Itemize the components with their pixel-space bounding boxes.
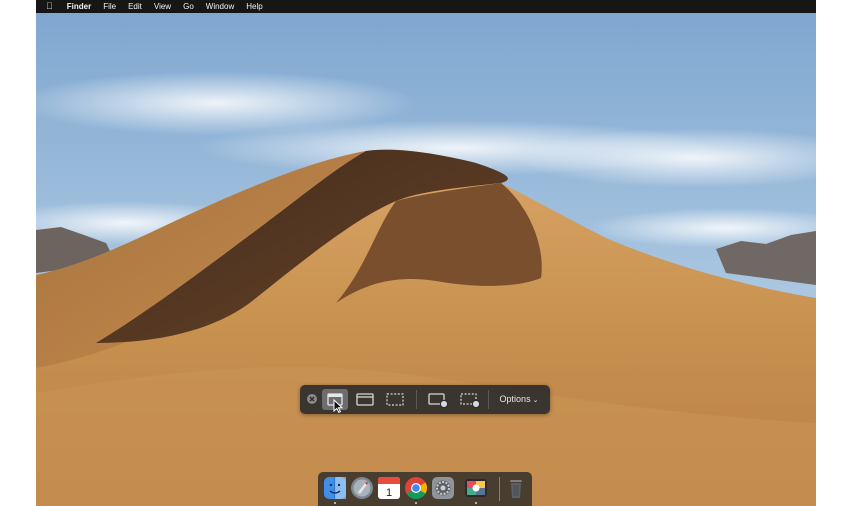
mouse-pointer-icon xyxy=(333,399,343,413)
trash-icon[interactable] xyxy=(504,476,528,500)
running-indicator xyxy=(334,502,336,504)
capture-window-icon[interactable] xyxy=(352,389,378,410)
calendar-day: 1 xyxy=(386,487,392,499)
calendar-icon[interactable]: 1 xyxy=(377,476,401,500)
toolbar-divider xyxy=(416,390,417,409)
dock: 1 xyxy=(318,472,532,506)
photo-booth-icon[interactable] xyxy=(464,476,488,500)
finder-icon[interactable] xyxy=(323,476,347,500)
menu-view[interactable]: View xyxy=(148,0,177,13)
options-label: Options xyxy=(499,394,531,404)
menu-file[interactable]: File xyxy=(97,0,122,13)
running-indicator xyxy=(415,502,417,504)
record-entire-screen-icon[interactable] xyxy=(424,389,452,410)
chevron-down-icon: ⌄ xyxy=(532,397,539,404)
launchpad-icon[interactable] xyxy=(350,476,374,500)
options-button[interactable]: Options ⌄ xyxy=(492,389,546,410)
menu-bar:  Finder File Edit View Go Window Help xyxy=(36,0,816,13)
system-preferences-icon[interactable] xyxy=(431,476,455,500)
apple-logo-icon[interactable]:  xyxy=(36,0,61,13)
capture-selected-portion-icon[interactable] xyxy=(382,389,408,410)
toolbar-divider xyxy=(488,390,489,409)
dock-separator xyxy=(499,477,500,501)
close-icon[interactable] xyxy=(306,393,318,405)
chrome-icon[interactable] xyxy=(404,476,428,500)
menu-window[interactable]: Window xyxy=(200,0,240,13)
menu-help[interactable]: Help xyxy=(240,0,268,13)
record-selected-portion-icon[interactable] xyxy=(456,389,484,410)
running-indicator xyxy=(475,502,477,504)
menu-edit[interactable]: Edit xyxy=(122,0,148,13)
menu-go[interactable]: Go xyxy=(177,0,200,13)
desktop-screen:  Finder File Edit View Go Window Help xyxy=(36,0,816,506)
menu-finder[interactable]: Finder xyxy=(61,0,97,13)
desktop-wallpaper xyxy=(36,13,816,506)
